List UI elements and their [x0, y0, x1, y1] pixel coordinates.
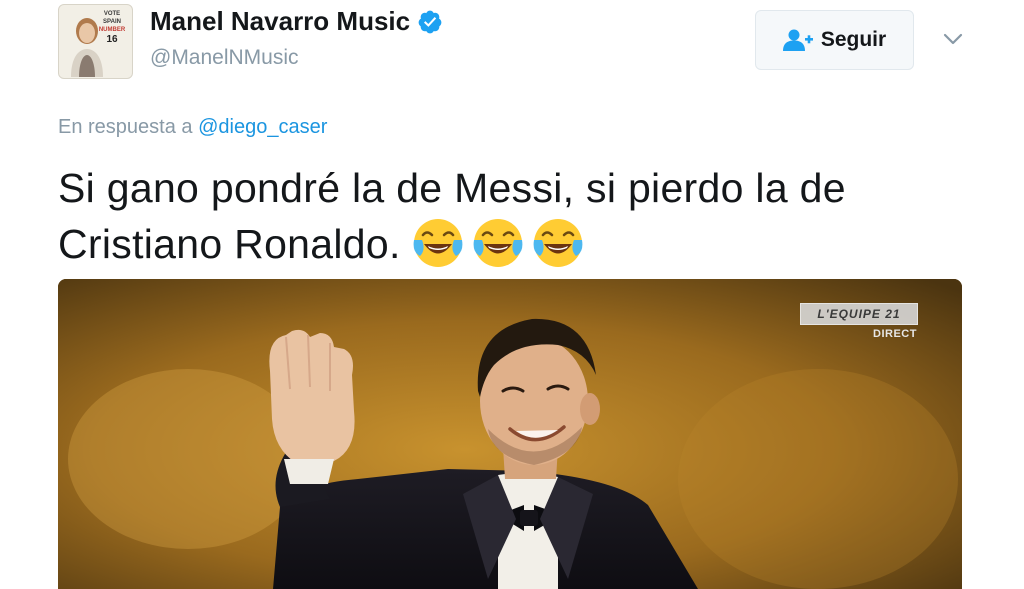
tears-of-joy-emoji-icon [473, 219, 523, 267]
emoji-group [411, 216, 591, 284]
avatar-poster-line1: VOTE SPAIN [103, 11, 121, 25]
add-user-icon [782, 29, 813, 51]
chevron-down-icon[interactable] [942, 32, 964, 46]
follow-button-label: Seguir [820, 28, 887, 51]
reply-mention-link[interactable]: @diego_caser [198, 116, 327, 138]
user-name-row: Manel Navarro Music [150, 6, 443, 37]
media-scene-image [58, 279, 962, 589]
reply-prefix: En respuesta a [58, 116, 193, 138]
tears-of-joy-emoji-icon [533, 219, 583, 267]
reply-context: En respuesta a @diego_caser [58, 116, 327, 139]
live-label: DIRECT [873, 328, 917, 340]
tweet-media-gif[interactable]: L'EQUIPE 21 DIRECT [58, 279, 962, 589]
broadcaster-logo: L'EQUIPE 21 [800, 303, 918, 325]
avatar[interactable]: VOTE SPAIN NUMBER 16 [58, 4, 133, 79]
tweet-text: Si gano pondré la de Messi, si pierdo la… [58, 160, 978, 284]
verified-badge-icon [418, 10, 442, 33]
avatar-poster: VOTE SPAIN NUMBER 16 [96, 10, 128, 46]
user-handle[interactable]: @ManelNMusic [150, 46, 299, 70]
avatar-poster-number: 16 [106, 34, 118, 45]
follow-button[interactable]: Seguir [755, 10, 914, 70]
tears-of-joy-emoji-icon [413, 219, 463, 267]
avatar-poster-line2: NUMBER [98, 27, 126, 33]
display-name[interactable]: Manel Navarro Music [150, 6, 410, 37]
